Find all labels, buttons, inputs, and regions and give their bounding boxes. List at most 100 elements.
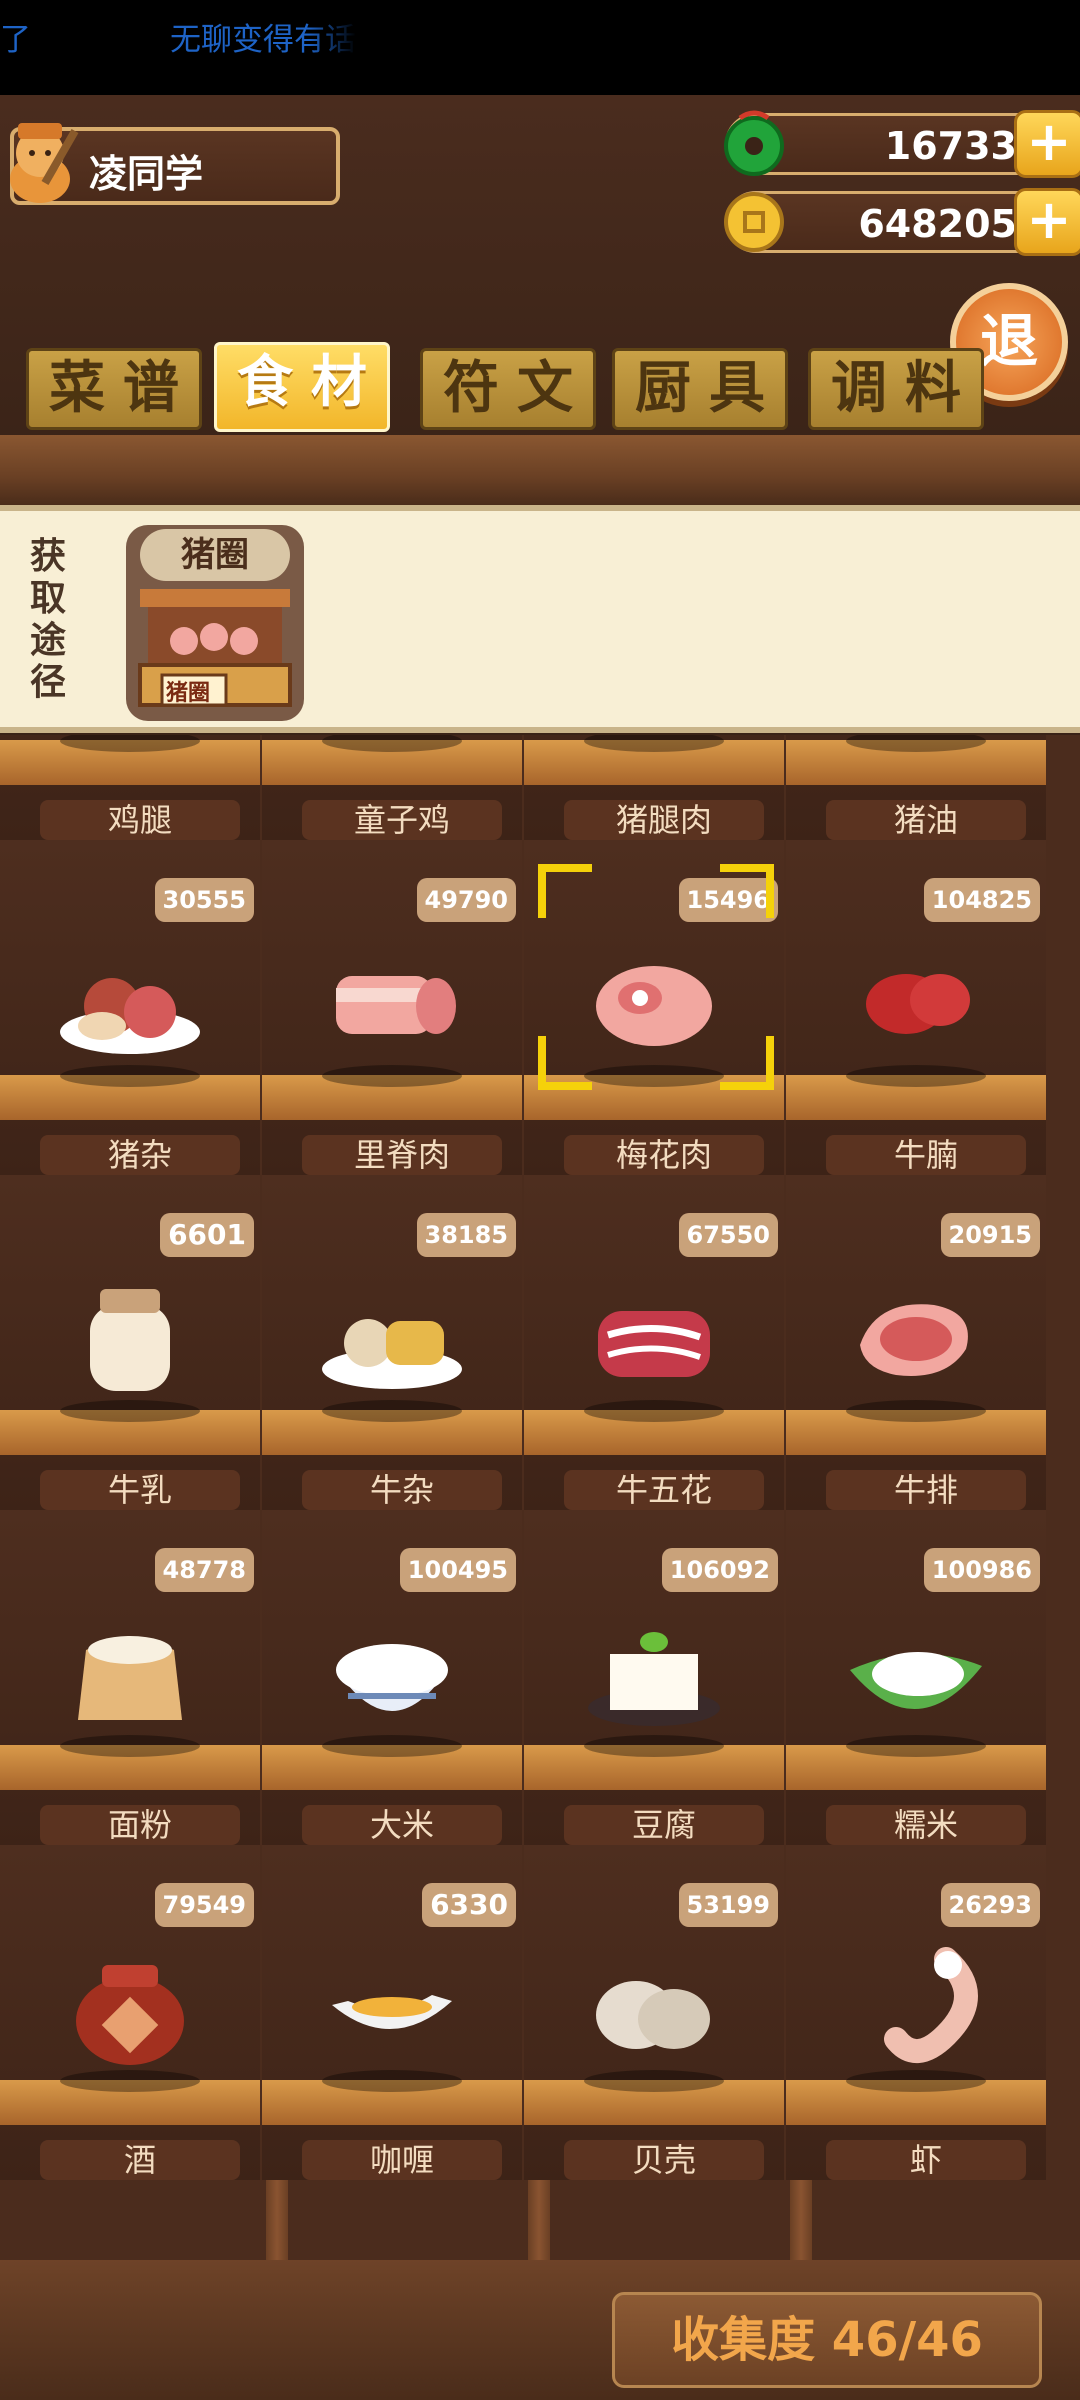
ingredient-name: 梅花肉 (564, 1135, 764, 1175)
status-banner: 了 无聊变得有话 (0, 0, 1080, 95)
ingredient-cell[interactable]: 牛杂 38185 (262, 1175, 522, 1510)
tenderloin-icon (312, 930, 472, 1070)
ingredient-count: 100986 (923, 1548, 1040, 1592)
ingredient-cell[interactable]: 童子鸡 (262, 735, 522, 840)
ingredient-name: 猪腿肉 (564, 800, 764, 840)
ingredient-name: 大米 (302, 1805, 502, 1845)
ingredient-cell[interactable]: 面粉 48778 (0, 1510, 260, 1845)
ingredient-count: 106092 (661, 1548, 778, 1592)
ingredient-cell[interactable]: 牛乳 6601 (0, 1175, 260, 1510)
ingredient-count: 26293 (940, 1883, 1040, 1927)
ingredient-name: 酒 (40, 2140, 240, 2180)
curry-boat-icon (312, 1935, 472, 2075)
tab-cookware[interactable]: 厨具 (612, 348, 788, 430)
ingredient-name: 里脊肉 (302, 1135, 502, 1175)
category-tabs: 菜谱 食材 符文 厨具 调料 (26, 342, 986, 432)
flour-sack-icon (50, 1600, 210, 1740)
ingredient-name: 豆腐 (564, 1805, 764, 1845)
beef-brisket-icon (836, 930, 996, 1070)
tab-recipes[interactable]: 菜谱 (26, 348, 202, 430)
ingredient-cell[interactable]: 牛排 20915 (786, 1175, 1046, 1510)
ingredient-name: 虾 (826, 2140, 1026, 2180)
pigpen-sign: 猪圈 (166, 681, 211, 706)
ingredient-grid: 鸡腿 童子鸡 猪腿肉 猪油 猪杂 30555 里脊肉 49790 梅花肉 15496 牛腩 10482… (0, 735, 1080, 2260)
wine-jar-icon (50, 1935, 210, 2075)
player-avatar-icon[interactable] (4, 117, 82, 207)
shelf-divider (0, 435, 1080, 505)
ingredient-name: 咖喱 (302, 2140, 502, 2180)
ingredient-cell[interactable]: 牛五花 67550 (524, 1175, 784, 1510)
ingredient-count: 38185 (416, 1213, 516, 1257)
jade-icon (720, 110, 788, 178)
ingredient-name: 牛五花 (564, 1470, 764, 1510)
ingredient-name: 糯米 (826, 1805, 1026, 1845)
ingredient-cell[interactable]: 豆腐 106092 (524, 1510, 784, 1845)
pigpen-icon (138, 589, 292, 707)
ingredient-count: 6601 (160, 1213, 254, 1257)
collection-progress: 收集度 46/46 (612, 2292, 1042, 2388)
ingredient-cell[interactable]: 猪腿肉 (524, 735, 784, 840)
ingredient-cell[interactable]: 糯米 100986 (786, 1510, 1046, 1845)
source-panel: 获取途径 猪圈 猪圈 (0, 505, 1080, 733)
source-label: 获取途径 (30, 536, 67, 703)
ingredient-count: 104825 (923, 878, 1040, 922)
ingredient-count: 100495 (399, 1548, 516, 1592)
offal-plate-icon (50, 930, 210, 1070)
tab-runes[interactable]: 符文 (420, 348, 596, 430)
glutinous-rice-icon (836, 1600, 996, 1740)
beef-offal-icon (312, 1265, 472, 1405)
player-name: 凌同学 (89, 152, 204, 196)
shrimp-icon (836, 1935, 996, 2075)
ingredient-name: 贝壳 (564, 2140, 764, 2180)
clam-icon (574, 1935, 734, 2075)
ingredient-name: 童子鸡 (302, 800, 502, 840)
ingredient-name: 面粉 (40, 1805, 240, 1845)
coin-amount: 648205 (858, 202, 1017, 246)
steak-icon (836, 1265, 996, 1405)
ingredient-name: 猪杂 (40, 1135, 240, 1175)
ingredient-cell[interactable]: 牛腩 104825 (786, 840, 1046, 1175)
ingredient-name: 牛腩 (826, 1135, 1026, 1175)
beef-belly-icon (574, 1265, 734, 1405)
jade-amount: 16733 (884, 124, 1017, 168)
banner-text: 无聊变得有话 (170, 22, 356, 58)
ingredient-name: 猪油 (826, 800, 1026, 840)
ingredient-count: 79549 (154, 1883, 254, 1927)
ingredient-name: 牛排 (826, 1470, 1026, 1510)
ingredient-cell[interactable]: 虾 26293 (786, 1845, 1046, 2180)
ingredient-count: 49790 (416, 878, 516, 922)
ingredient-cell[interactable]: 酒 79549 (0, 1845, 260, 2180)
ingredient-count: 53199 (678, 1883, 778, 1927)
ingredient-count: 48778 (154, 1548, 254, 1592)
ingredient-cell[interactable]: 贝壳 53199 (524, 1845, 784, 2180)
tofu-icon (574, 1600, 734, 1740)
ingredient-cell[interactable]: 大米 100495 (262, 1510, 522, 1845)
ingredient-cell[interactable]: 猪杂 30555 (0, 840, 260, 1175)
source-pigpen-card[interactable]: 猪圈 猪圈 (126, 525, 304, 721)
coin-currency: 648205 + (724, 188, 1080, 256)
add-coins-button[interactable]: + (1014, 188, 1080, 256)
coin-icon (720, 188, 788, 256)
ingredient-count: 20915 (940, 1213, 1040, 1257)
rice-bowl-icon (312, 1600, 472, 1740)
selection-corner-bottom-right (720, 1036, 774, 1090)
ingredient-count: 6330 (422, 1883, 516, 1927)
ingredient-count: 67550 (678, 1213, 778, 1257)
ingredient-cell[interactable]: 鸡腿 (0, 735, 260, 840)
selection-corner-top-left (538, 864, 592, 918)
ingredient-name: 牛杂 (302, 1470, 502, 1510)
tab-ingredients[interactable]: 食材 (214, 342, 390, 432)
milk-jar-icon (50, 1265, 210, 1405)
ingredient-cell[interactable]: 咖喱 6330 (262, 1845, 522, 2180)
ingredient-cell[interactable]: 里脊肉 49790 (262, 840, 522, 1175)
selection-corner-bottom-left (538, 1036, 592, 1090)
ingredient-cell[interactable]: 猪油 (786, 735, 1046, 840)
add-jade-button[interactable]: + (1014, 110, 1080, 178)
ingredient-name: 牛乳 (40, 1470, 240, 1510)
jade-currency: 16733 + (724, 110, 1080, 178)
tab-seasonings[interactable]: 调料 (808, 348, 984, 430)
selection-corner-top-right (720, 864, 774, 918)
pork-steak-icon (574, 930, 734, 1070)
banner-text-left: 了 (0, 22, 31, 58)
ingredient-count: 30555 (154, 878, 254, 922)
